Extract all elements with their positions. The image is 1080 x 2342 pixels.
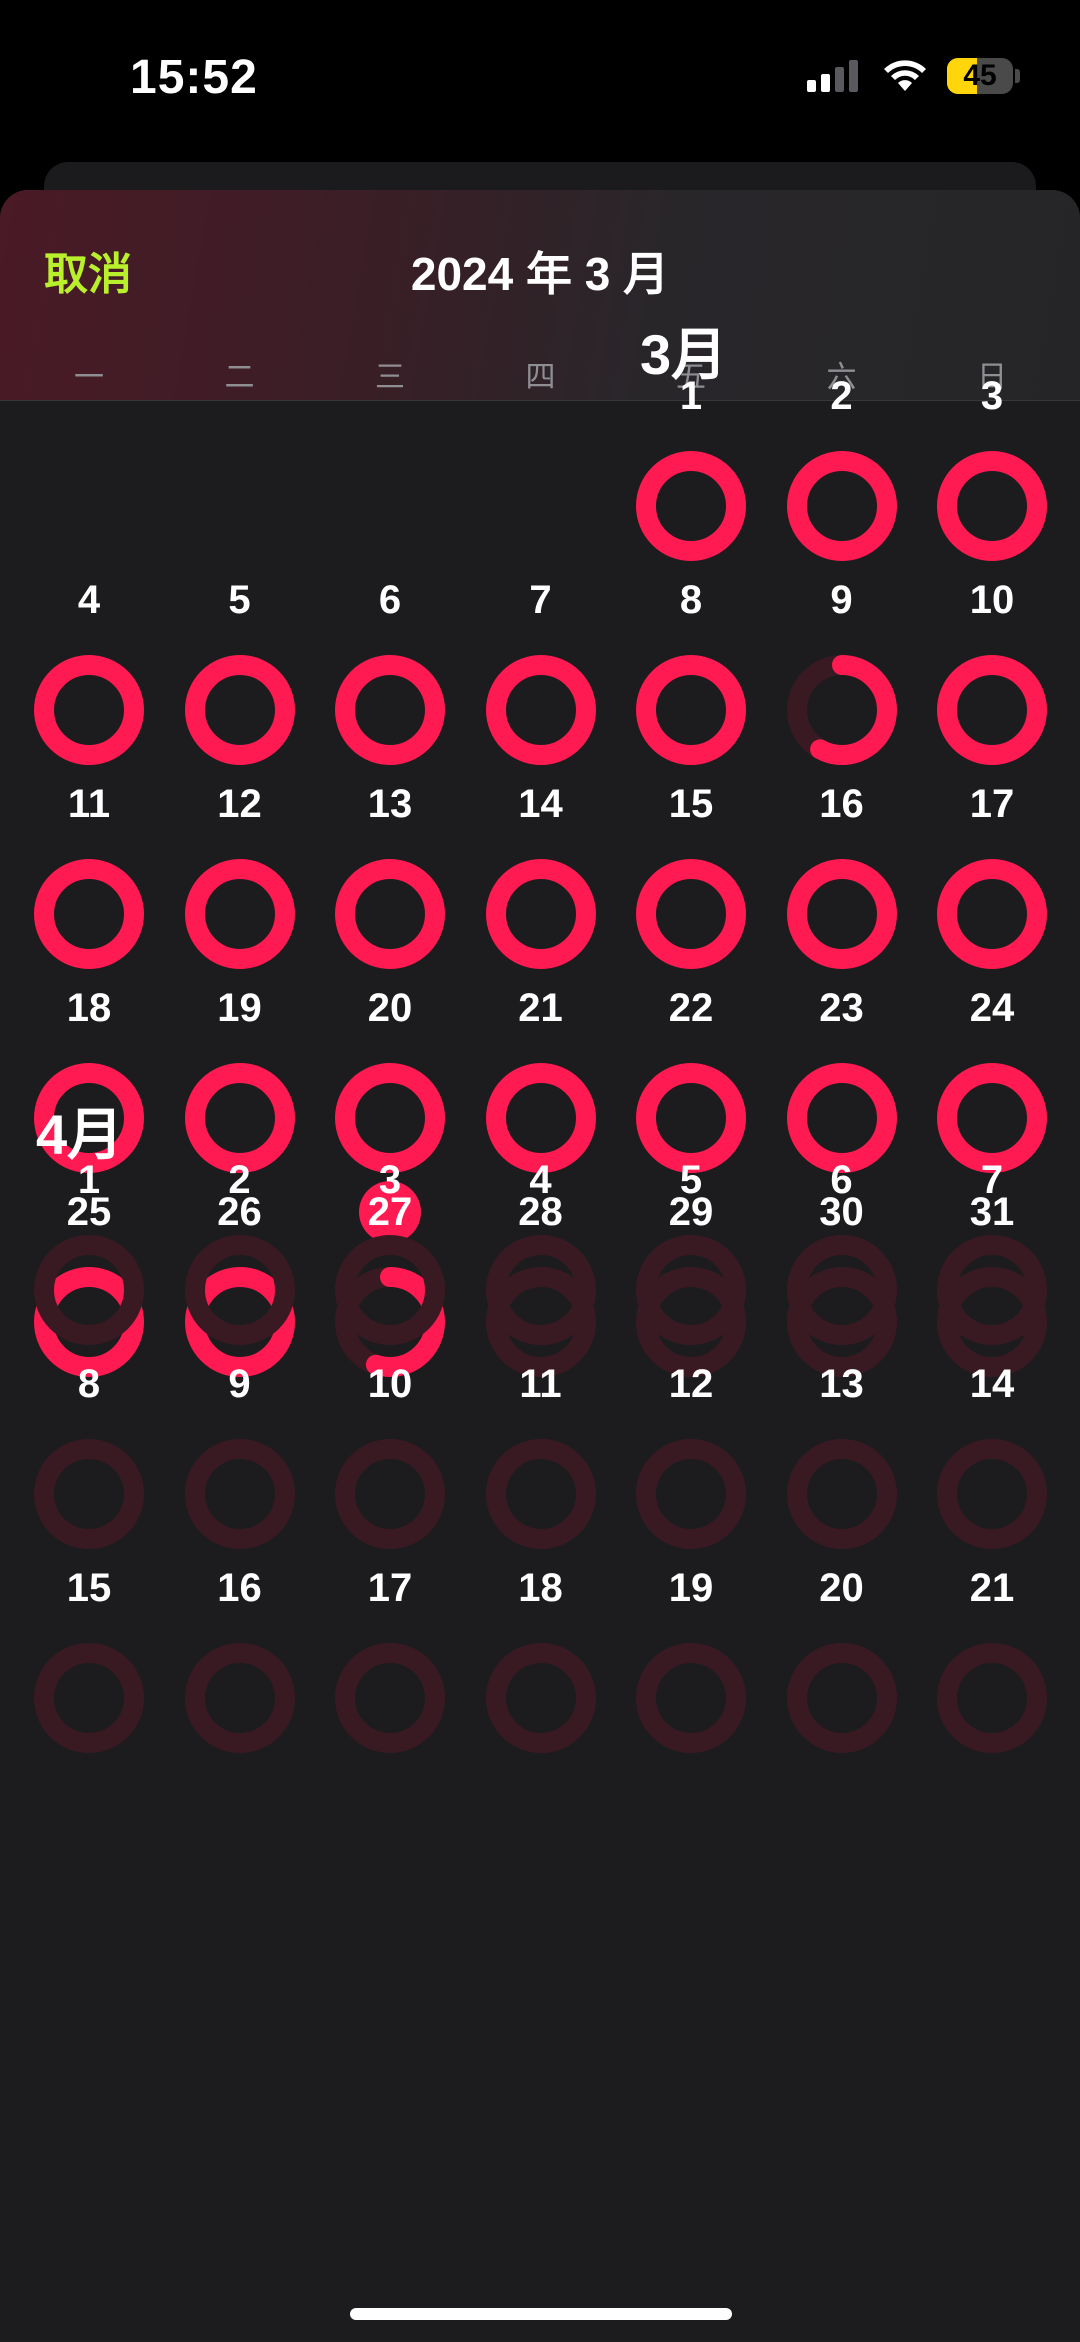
day-number: 8 xyxy=(77,1362,101,1406)
activity-ring xyxy=(636,655,746,765)
activity-ring xyxy=(184,1439,295,1549)
weekday-label: 四 xyxy=(525,361,556,394)
day-number: 2 xyxy=(228,1158,251,1202)
day-number: 4 xyxy=(77,578,101,622)
activity-ring xyxy=(636,859,746,969)
activity-ring xyxy=(937,859,1047,969)
activity-ring xyxy=(636,1439,746,1549)
day-number: 14 xyxy=(969,1362,1015,1406)
activity-ring xyxy=(636,1643,746,1753)
day-number: 19 xyxy=(217,986,262,1030)
day-number: 2 xyxy=(830,374,853,418)
day-number: 16 xyxy=(217,1566,262,1610)
wifi-icon xyxy=(884,60,926,91)
day-number: 6 xyxy=(378,578,402,622)
activity-ring xyxy=(786,451,897,561)
activity-ring xyxy=(636,451,746,561)
day-number: 6 xyxy=(830,1158,853,1202)
activity-ring xyxy=(335,655,445,765)
day-number: 21 xyxy=(969,1566,1015,1610)
day-number: 15 xyxy=(668,782,714,826)
weekday-row: 一二三四五六日 xyxy=(0,352,1080,394)
day-number: 5 xyxy=(679,1158,703,1202)
day-number: 17 xyxy=(367,1566,413,1610)
day-number: 8 xyxy=(679,578,703,622)
activity-ring xyxy=(786,1643,897,1753)
activity-ring xyxy=(485,1439,596,1549)
day-number: 18 xyxy=(66,986,112,1030)
status-bar: 15:52 45 xyxy=(0,0,1080,150)
activity-ring xyxy=(34,1235,144,1345)
activity-ring xyxy=(335,1643,445,1753)
weekday-label: 三 xyxy=(375,361,405,394)
activity-ring xyxy=(937,1235,1047,1345)
day-number: 7 xyxy=(529,578,552,622)
activity-ring xyxy=(937,1643,1047,1753)
day-number: 3 xyxy=(378,1158,402,1202)
header-title: 2024 年 3 月 xyxy=(410,248,670,300)
day-number: 11 xyxy=(67,782,111,826)
activity-ring xyxy=(34,655,144,765)
status-icons: 45 xyxy=(807,58,1020,94)
activity-ring xyxy=(937,451,1047,561)
activity-ring xyxy=(184,1235,295,1345)
weekday-label: 一 xyxy=(74,361,104,394)
activity-ring xyxy=(937,655,1047,765)
activity-ring xyxy=(485,859,596,969)
calendar-sheet: 取消 2024 年 3 月 一二三四五六日 3月 1 2 3 4 5 6 7 8 9 10 11 12 1… xyxy=(0,190,1080,2342)
day-number: 10 xyxy=(969,578,1015,622)
day-number: 9 xyxy=(228,1362,251,1406)
day-number: 21 xyxy=(518,986,563,1030)
activity-ring xyxy=(485,1235,596,1345)
cellular-signal-icon xyxy=(807,60,858,92)
activity-ring xyxy=(184,859,295,969)
activity-ring xyxy=(636,1235,746,1345)
activity-ring xyxy=(937,1439,1047,1549)
day-number: 13 xyxy=(819,1362,864,1406)
day-number: 24 xyxy=(969,986,1015,1030)
activity-ring xyxy=(786,1235,897,1345)
day-number: 20 xyxy=(367,986,413,1030)
activity-ring xyxy=(485,1643,596,1753)
day-number: 1 xyxy=(679,374,703,418)
activity-ring xyxy=(335,1439,445,1549)
battery-icon: 45 xyxy=(947,58,1020,94)
day-number: 9 xyxy=(830,578,853,622)
activity-ring xyxy=(786,859,897,969)
day-number: 20 xyxy=(819,1566,864,1610)
day-number: 18 xyxy=(518,1566,563,1610)
activity-ring xyxy=(184,655,295,765)
day-number: 3 xyxy=(980,374,1004,418)
activity-ring xyxy=(335,859,445,969)
day-number: 11 xyxy=(519,1362,562,1406)
activity-ring xyxy=(34,1439,144,1549)
day-number: 12 xyxy=(217,782,262,826)
day-number: 13 xyxy=(367,782,413,826)
day-number: 15 xyxy=(66,1566,112,1610)
day-number: 19 xyxy=(668,1566,714,1610)
home-indicator[interactable] xyxy=(350,2308,732,2320)
day-number: 14 xyxy=(518,782,563,826)
day-number: 10 xyxy=(367,1362,413,1406)
day-number: 16 xyxy=(819,782,864,826)
activity-ring xyxy=(335,1235,445,1345)
day-number: 7 xyxy=(980,1158,1004,1202)
status-time: 15:52 xyxy=(130,51,258,104)
activity-ring xyxy=(786,1439,897,1549)
day-number: 12 xyxy=(668,1362,714,1406)
battery-level: 45 xyxy=(963,59,997,92)
day-number: 23 xyxy=(819,986,864,1030)
day-number: 4 xyxy=(529,1158,552,1202)
activity-ring xyxy=(184,1643,295,1753)
weekday-label: 二 xyxy=(224,361,255,394)
activity-ring xyxy=(34,859,144,969)
day-number: 5 xyxy=(228,578,251,622)
activity-ring xyxy=(485,655,596,765)
day-number: 17 xyxy=(969,782,1015,826)
day-number: 22 xyxy=(668,986,714,1030)
sheet-header: 取消 2024 年 3 月 一二三四五六日 xyxy=(0,190,1080,401)
activity-ring xyxy=(34,1643,144,1753)
day-number: 1 xyxy=(77,1158,101,1202)
activity-ring xyxy=(786,655,897,765)
